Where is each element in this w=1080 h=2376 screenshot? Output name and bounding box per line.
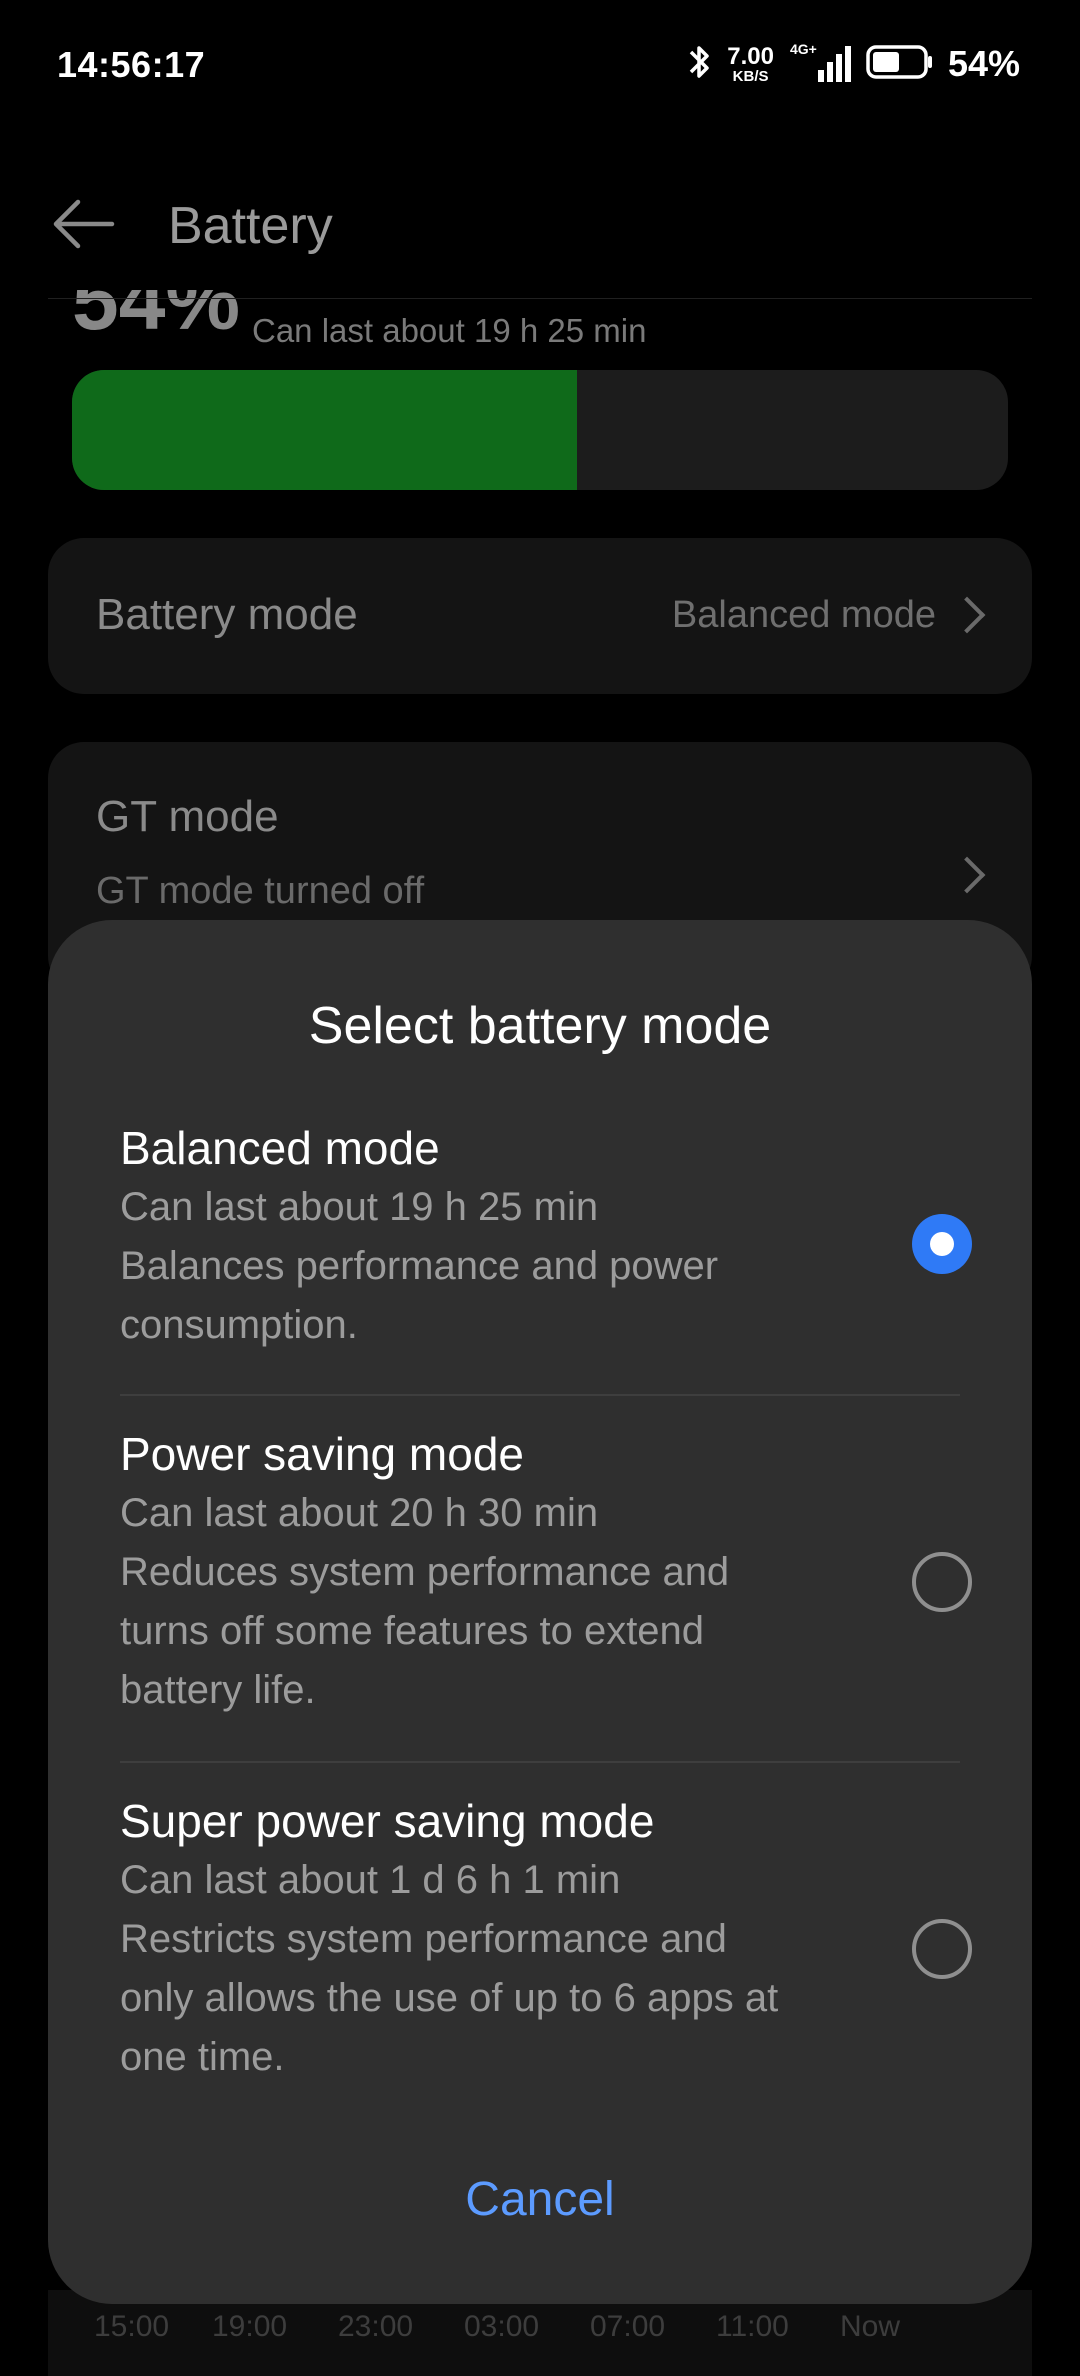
option-description: battery life. <box>120 1668 316 1712</box>
option-description: one time. <box>120 2035 285 2079</box>
status-icons: 7.00 KB/S 4G+ 54% <box>687 40 1020 88</box>
option-super-power-saving-mode[interactable]: Super power saving mode Can last about 1… <box>120 1791 972 2087</box>
network-speed-value: 7.00 <box>727 42 774 70</box>
option-divider <box>120 1761 960 1763</box>
app-bar: Battery <box>0 130 1080 300</box>
option-estimate: Can last about 19 h 25 min <box>120 1185 599 1229</box>
radio-button[interactable] <box>912 1552 972 1612</box>
option-divider <box>120 1394 960 1396</box>
dialog-title: Select battery mode <box>308 997 772 1055</box>
status-time: 14:56:17 <box>57 44 206 85</box>
battery-summary: 54% Can last about 19 h 25 min <box>72 290 972 350</box>
bluetooth-icon <box>687 42 713 87</box>
option-balanced-mode[interactable]: Balanced mode Can last about 19 h 25 min… <box>120 1118 972 1355</box>
gt-mode-label: GT mode <box>96 792 279 841</box>
signal-icon: 4G+ <box>788 40 852 89</box>
option-description: Restricts system performance and <box>120 1917 727 1961</box>
battery-mode-row[interactable]: Battery mode Balanced mode <box>48 538 1032 694</box>
axis-tick-label: 11:00 <box>716 2310 789 2343</box>
back-arrow-icon <box>53 199 115 249</box>
option-title: Power saving mode <box>120 1428 524 1480</box>
battery-icon <box>866 44 934 85</box>
status-battery-percent: 54% <box>947 43 1020 84</box>
battery-mode-label: Battery mode <box>96 590 358 639</box>
battery-mode-value: Balanced mode <box>671 594 936 636</box>
option-power-saving-mode[interactable]: Power saving mode Can last about 20 h 30… <box>120 1424 972 1720</box>
page-title: Battery <box>168 197 333 255</box>
axis-tick-label: 07:00 <box>590 2310 666 2343</box>
option-description: turns off some features to extend <box>120 1609 705 1653</box>
axis-tick-label: 03:00 <box>464 2310 540 2343</box>
option-estimate: Can last about 20 h 30 min <box>120 1491 599 1535</box>
back-button[interactable] <box>48 194 118 254</box>
network-speed-unit: KB/S <box>732 67 769 85</box>
gt-mode-status: GT mode turned off <box>96 870 425 912</box>
option-estimate: Can last about 1 d 6 h 1 min <box>120 1858 621 1902</box>
header-divider <box>48 298 1032 299</box>
battery-estimate: Can last about 19 h 25 min <box>252 312 647 349</box>
radio-button[interactable] <box>912 1919 972 1979</box>
svg-text:4G+: 4G+ <box>790 41 817 57</box>
axis-tick-label: Now <box>840 2310 901 2343</box>
battery-mode-dialog: Select battery mode Balanced mode Can la… <box>48 920 1032 2304</box>
option-description: only allows the use of up to 6 apps at <box>120 1976 779 2020</box>
chevron-right-icon <box>948 856 986 894</box>
axis-tick-label: 15:00 <box>94 2310 170 2343</box>
status-bar: 14:56:17 7.00 KB/S 4G+ 54% <box>0 0 1080 130</box>
chevron-right-icon <box>948 596 986 634</box>
battery-level-fill <box>72 370 578 490</box>
option-description: consumption. <box>120 1303 358 1347</box>
option-description: Reduces system performance and <box>120 1550 730 1594</box>
option-title: Super power saving mode <box>120 1795 655 1847</box>
network-speed: 7.00 KB/S <box>727 42 774 85</box>
axis-tick-label: 19:00 <box>212 2310 288 2343</box>
option-title: Balanced mode <box>120 1122 440 1174</box>
radio-button[interactable] <box>912 1214 972 1274</box>
axis-tick-label: 23:00 <box>338 2310 414 2343</box>
battery-level-bar <box>72 370 1008 490</box>
cancel-button[interactable]: Cancel <box>48 2172 1032 2227</box>
option-description: Balances performance and power <box>120 1244 719 1288</box>
